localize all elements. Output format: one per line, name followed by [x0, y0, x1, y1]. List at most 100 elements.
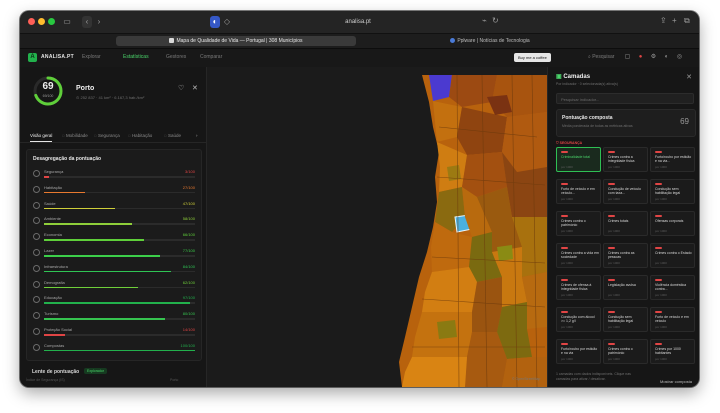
- address-bar[interactable]: analisa.pt: [278, 16, 438, 28]
- layer-card[interactable]: Condução de veículo com taxa... por 1000: [603, 179, 648, 204]
- category-icon: [33, 170, 40, 177]
- choropleth-map[interactable]: © OpenStreetMap: [207, 67, 547, 387]
- breakdown-row[interactable]: Saúde 47/100: [27, 200, 201, 213]
- settings-icon[interactable]: ⚙: [650, 54, 657, 61]
- forward-icon[interactable]: ›: [94, 16, 104, 28]
- minimize-window-button[interactable]: [38, 18, 45, 25]
- region[interactable]: [437, 320, 457, 339]
- breakdown-row[interactable]: Ambiente 58/100: [27, 215, 201, 228]
- score-bar-track: [44, 302, 195, 304]
- layer-card[interactable]: Crimes contra o património por 1000: [603, 339, 648, 364]
- tabs-scroll-right-icon[interactable]: ›: [196, 133, 198, 138]
- composite-score-card[interactable]: Pontuação composta Média ponderada de to…: [556, 109, 696, 137]
- breakdown-row[interactable]: Infraestrutura 84/100: [27, 263, 201, 276]
- layer-title: Condução sem habilitação legal: [608, 315, 634, 324]
- region-violet[interactable]: [429, 75, 452, 101]
- layer-card[interactable]: Furto/roubo por esticão e na via... por 1…: [650, 147, 695, 172]
- region[interactable]: [502, 357, 547, 387]
- breakdown-row[interactable]: Lazer 77/100: [27, 247, 201, 260]
- buy-coffee-button[interactable]: Buy me a coffee: [514, 53, 551, 62]
- nav-explorar[interactable]: Explorar: [82, 54, 101, 60]
- theme-icon[interactable]: ◐: [663, 54, 670, 61]
- score-bar-fill: [44, 349, 195, 352]
- breakdown-row[interactable]: Demografia 62/100: [27, 279, 201, 292]
- layer-card[interactable]: Furto/roubo por esticão e na via por 1000: [556, 339, 601, 364]
- nav-estatisticas[interactable]: Estatísticas: [123, 54, 149, 60]
- layer-card[interactable]: Condução sem habilitação legal por 1000: [650, 179, 695, 204]
- region[interactable]: [402, 357, 467, 387]
- breakdown-row[interactable]: Habitação 27/100: [27, 184, 201, 197]
- chat-icon[interactable]: ▢: [624, 54, 631, 61]
- tab-saude[interactable]: ◌ Saúde: [164, 133, 181, 138]
- category-score: 14/100: [182, 327, 195, 332]
- category-label: Infraestrutura: [44, 263, 68, 269]
- layer-card[interactable]: Crimes contra a integridade física por 10…: [603, 147, 648, 172]
- reader-icon[interactable]: ⌁: [482, 16, 487, 25]
- layer-search-input[interactable]: Pesquisar indicador...: [556, 93, 694, 104]
- breakdown-row[interactable]: Segurança 3/100: [27, 168, 201, 181]
- layer-card[interactable]: Condução com álcool >= 1,2 g/l por 1000: [556, 307, 601, 332]
- layer-card[interactable]: Furto de veículo e em veículo... por 1000: [556, 179, 601, 204]
- layer-card[interactable]: Crimes contra a vida em sociedade por 100…: [556, 243, 601, 268]
- layer-title: Crimes por 1000 habitantes: [655, 347, 681, 356]
- left-footer-label: Índice de Segurança (IS): [26, 378, 65, 382]
- nav-gestores[interactable]: Gestores: [166, 54, 186, 60]
- breakdown-row[interactable]: Compostas 100/100: [27, 342, 201, 355]
- layer-color-marker: [655, 343, 662, 345]
- region[interactable]: [472, 277, 502, 332]
- layer-card[interactable]: Furto de veículo e em veículo por 1000: [650, 307, 695, 332]
- close-panel-icon[interactable]: ✕: [192, 84, 198, 92]
- favorite-heart-icon[interactable]: ♡: [178, 84, 184, 92]
- reload-icon[interactable]: ↻: [492, 16, 499, 25]
- account-icon[interactable]: ◎: [676, 54, 683, 61]
- brand-name[interactable]: ANALISA.PT: [41, 54, 74, 60]
- breakdown-row[interactable]: Economia 66/100: [27, 231, 201, 244]
- layer-card[interactable]: Crimes de ofensa à integridade física por…: [556, 275, 601, 300]
- shield-icon[interactable]: ◇: [223, 16, 231, 28]
- close-window-button[interactable]: [28, 18, 35, 25]
- layer-color-marker: [608, 247, 615, 249]
- breakdown-row[interactable]: Proteção Social 14/100: [27, 326, 201, 339]
- score-bar-track: [44, 223, 195, 225]
- tab-habitacao[interactable]: ◌ Habitação: [128, 133, 152, 138]
- share-icon[interactable]: ⇪: [660, 16, 667, 25]
- flag-icon[interactable]: ●: [637, 54, 644, 61]
- layer-color-marker: [608, 183, 615, 185]
- app-logo[interactable]: A: [28, 53, 37, 62]
- layer-color-marker: [655, 279, 662, 281]
- layer-card[interactable]: Violência doméstica contra... por 1000: [650, 275, 695, 300]
- breakdown-row[interactable]: Turismo 80/100: [27, 310, 201, 323]
- tab-mobilidade[interactable]: ◌ Mobilidade: [62, 133, 88, 138]
- lens-badge[interactable]: Explorador: [84, 368, 107, 374]
- region[interactable]: [497, 245, 513, 261]
- map-attribution[interactable]: © OpenStreetMap: [512, 377, 540, 381]
- tab-pplware[interactable]: Pplware | Notícias de Tecnologia: [370, 36, 610, 46]
- layer-card[interactable]: Crimes totais por 1000: [603, 211, 648, 236]
- breakdown-row[interactable]: Educação 97/100: [27, 294, 201, 307]
- layer-card[interactable]: Criminalidade total por 1000: [556, 147, 601, 172]
- search-input[interactable]: ⌕ Pesquisar: [588, 54, 614, 60]
- sidebar-toggle-icon[interactable]: ▭: [60, 16, 74, 28]
- layer-card[interactable]: Ofensas corporais por 1000: [650, 211, 695, 236]
- back-icon[interactable]: ‹: [82, 16, 92, 28]
- layer-card[interactable]: Crimes contra o Estado por 1000: [650, 243, 695, 268]
- tab-seguranca[interactable]: ◌ Segurança: [94, 133, 120, 138]
- close-layers-icon[interactable]: ✕: [686, 73, 692, 81]
- tab-quality-map[interactable]: Mapa de Qualidade de Vida — Portugal | 3…: [116, 36, 356, 46]
- show-composite-button[interactable]: Mostrar composta: [660, 379, 692, 384]
- layer-color-marker: [655, 247, 662, 249]
- score-bar-fill: [44, 223, 132, 225]
- layer-card[interactable]: Condução sem habilitação legal por 1000: [603, 307, 648, 332]
- layer-card[interactable]: Crimes por 1000 habitantes por 1000: [650, 339, 695, 364]
- nav-comparar[interactable]: Comparar: [200, 54, 222, 60]
- tabs-overview-icon[interactable]: ⧉: [684, 16, 690, 26]
- new-tab-icon[interactable]: +: [672, 16, 677, 25]
- map-canvas[interactable]: [207, 67, 547, 387]
- layer-card[interactable]: Crimes contra o património por 1000: [556, 211, 601, 236]
- category-score: 66/100: [182, 232, 195, 238]
- maximize-window-button[interactable]: [48, 18, 55, 25]
- layer-card[interactable]: Legislação avulsa por 1000: [603, 275, 648, 300]
- extension-icon[interactable]: ◐: [210, 16, 220, 28]
- layer-card[interactable]: Crimes contra as pessoas por 1000: [603, 243, 648, 268]
- tab-visao-geral[interactable]: Visão geral: [30, 133, 53, 142]
